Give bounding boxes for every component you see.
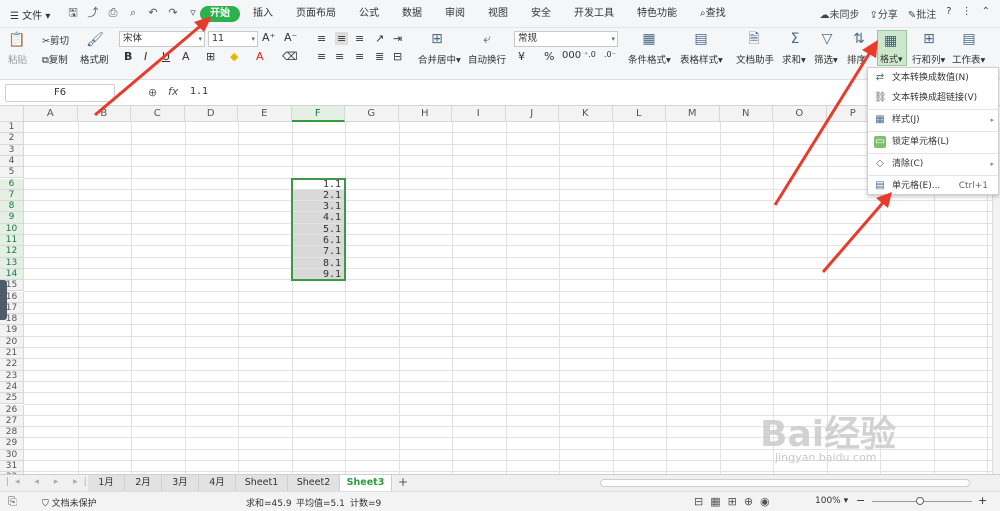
arrow-to-home-tab <box>94 20 206 117</box>
arrow-to-cell-format-item <box>821 197 889 273</box>
arrowhead-cell-format <box>876 192 892 208</box>
arrow-to-format-button <box>773 45 876 206</box>
arrowhead-format <box>862 40 878 58</box>
annotation-arrows <box>94 16 892 273</box>
